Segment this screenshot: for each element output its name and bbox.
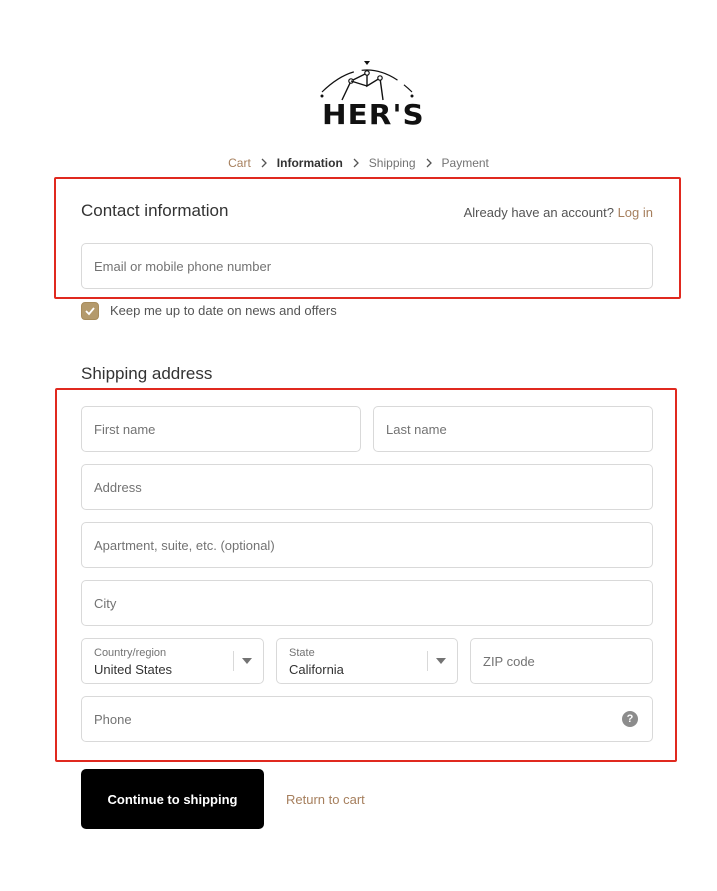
apartment-input[interactable] (82, 523, 652, 567)
email-input[interactable] (82, 244, 652, 288)
chevron-right-icon (426, 158, 432, 168)
zip-field[interactable] (470, 638, 653, 684)
country-select-label: Country/region (94, 647, 167, 659)
state-select-label: State (289, 647, 315, 659)
account-prompt-text: Already have an account? (463, 205, 614, 220)
chevron-right-icon (261, 158, 267, 168)
continue-to-shipping-button[interactable]: Continue to shipping (81, 769, 264, 829)
newsletter-label: Keep me up to date on news and offers (110, 303, 337, 318)
first-name-input[interactable] (82, 407, 360, 451)
last-name-input[interactable] (374, 407, 652, 451)
email-field[interactable] (81, 243, 653, 289)
state-select-value: California (289, 662, 344, 677)
breadcrumb: Cart Information Shipping Payment (0, 154, 717, 172)
breadcrumb-shipping: Shipping (368, 156, 416, 170)
chevron-down-icon (436, 658, 446, 664)
help-icon[interactable]: ? (622, 711, 638, 727)
state-select[interactable]: State California (276, 638, 458, 684)
chevron-down-icon (242, 658, 252, 664)
select-divider (427, 651, 428, 671)
select-divider (233, 651, 234, 671)
apartment-field[interactable] (81, 522, 653, 568)
newsletter-checkbox[interactable] (81, 302, 99, 320)
last-name-field[interactable] (373, 406, 653, 452)
chevron-right-icon (353, 158, 359, 168)
country-select-value: United States (94, 662, 173, 677)
first-name-field[interactable] (81, 406, 361, 452)
city-field[interactable] (81, 580, 653, 626)
phone-input[interactable] (82, 697, 652, 741)
breadcrumb-cart[interactable]: Cart (228, 156, 251, 170)
brand-logo[interactable]: HER'S (318, 56, 424, 134)
check-icon (85, 307, 95, 316)
account-prompt: Already have an account? Log in (464, 205, 653, 220)
breadcrumb-payment: Payment (441, 156, 489, 170)
address-input[interactable] (82, 465, 652, 509)
shipping-section-title: Shipping address (81, 364, 213, 383)
return-to-cart-link[interactable]: Return to cart (286, 792, 365, 807)
city-input[interactable] (82, 581, 652, 625)
login-link[interactable]: Log in (618, 205, 653, 220)
zip-input[interactable] (471, 639, 652, 683)
logo-wordmark: HER'S (322, 98, 425, 131)
phone-field[interactable]: ? (81, 696, 653, 742)
contact-section-title: Contact information (81, 201, 229, 220)
address-field[interactable] (81, 464, 653, 510)
breadcrumb-information: Information (276, 156, 343, 170)
country-select[interactable]: Country/region United States (81, 638, 264, 684)
